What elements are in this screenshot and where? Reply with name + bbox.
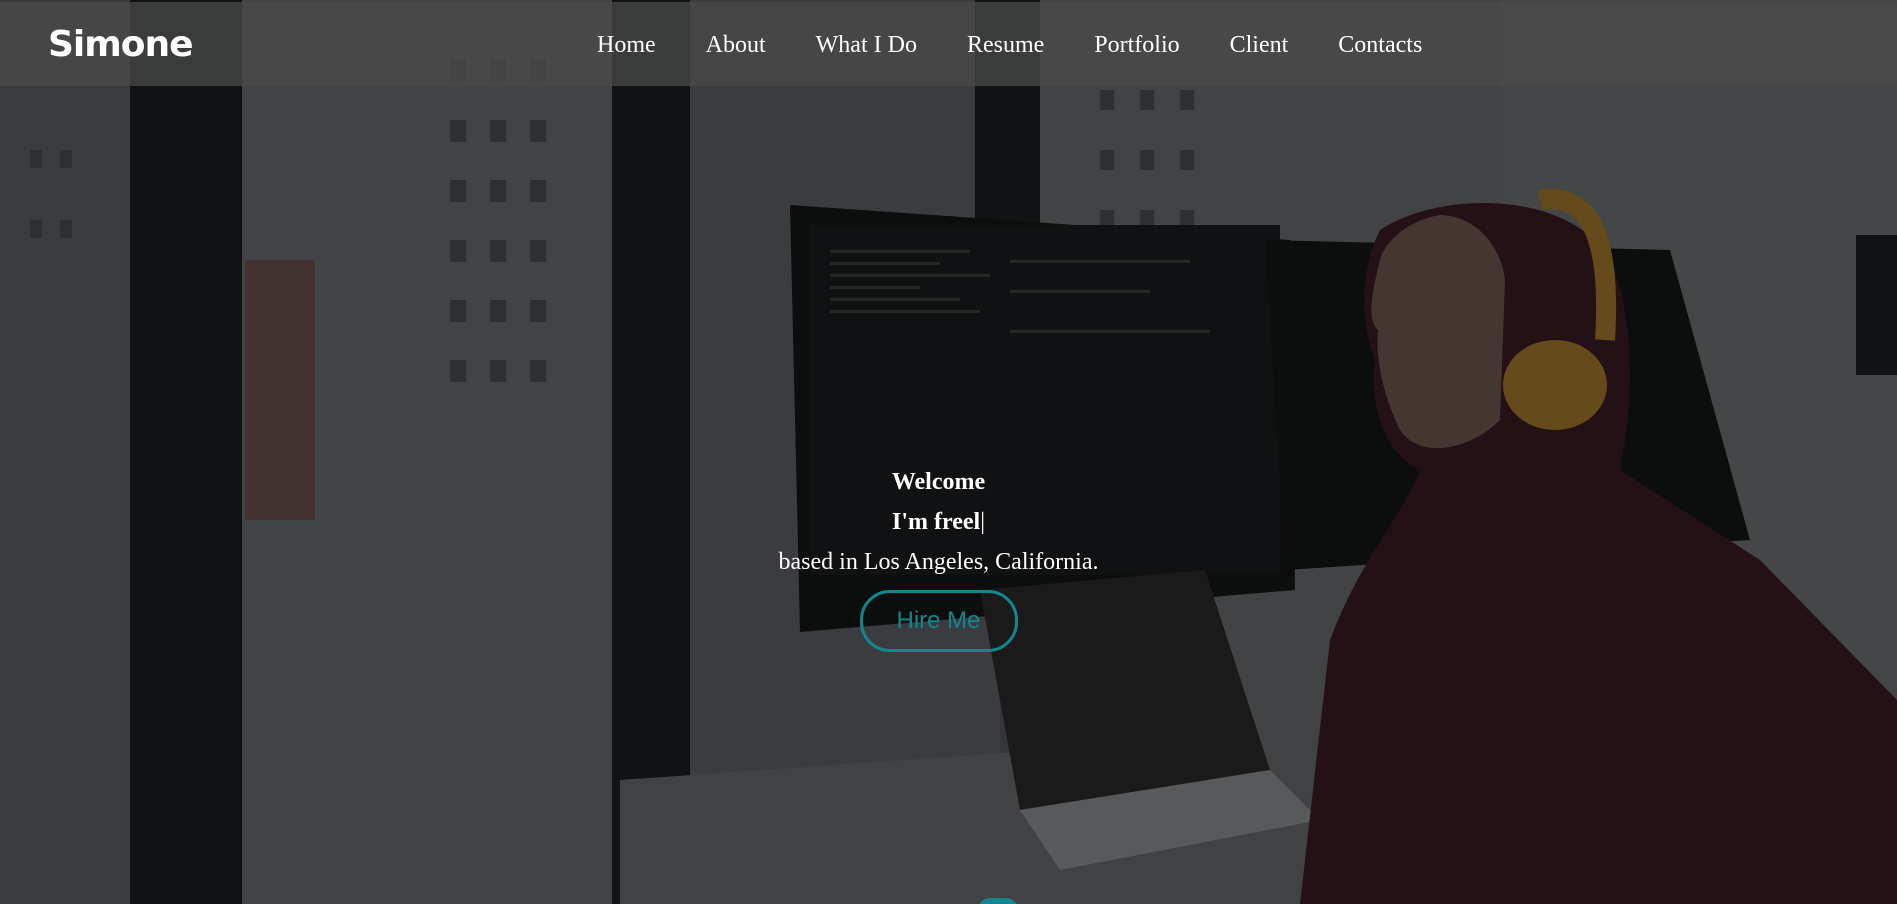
typing-caret: | <box>980 509 985 535</box>
main-nav: Home About What I Do Resume Portfolio Cl… <box>597 32 1472 59</box>
nav-item-home[interactable]: Home <box>597 32 656 59</box>
site-logo[interactable]: Simone <box>48 24 194 65</box>
nav-item-portfolio[interactable]: Portfolio <box>1094 32 1179 59</box>
hero-typed-headline: I'm freel| <box>0 502 1877 542</box>
hero-location-text: based in Los Angeles, California. <box>778 549 1099 575</box>
nav-item-contacts[interactable]: Contacts <box>1338 32 1422 59</box>
hire-me-button[interactable]: Hire Me <box>859 590 1018 652</box>
top-navigation-bar: Simone Home About What I Do Resume Portf… <box>0 2 1897 86</box>
typed-text: I'm freel <box>892 509 981 535</box>
nav-item-resume[interactable]: Resume <box>967 32 1044 59</box>
hero-welcome-heading: Welcome <box>891 469 986 495</box>
page: Simone Home About What I Do Resume Portf… <box>0 0 1897 904</box>
nav-item-what-i-do[interactable]: What I Do <box>816 32 917 59</box>
nav-item-client[interactable]: Client <box>1230 32 1289 59</box>
nav-item-about[interactable]: About <box>706 32 766 59</box>
hero-overlay <box>0 0 1897 904</box>
hero-content: Welcome I'm freel| based in Los Angeles,… <box>0 462 1877 652</box>
hire-me-wrapper: Hire Me <box>0 590 1877 652</box>
scroll-down-indicator[interactable] <box>978 898 1018 904</box>
